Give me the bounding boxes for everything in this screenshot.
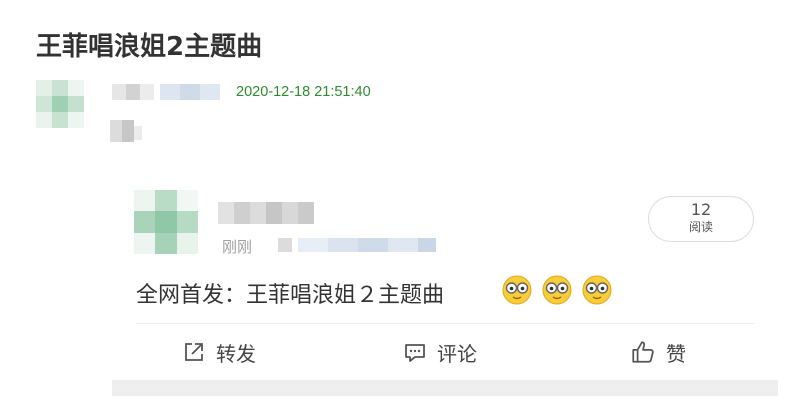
page-title: 王菲唱浪姐2主题曲 bbox=[36, 32, 263, 62]
card-post-text: 全网首发：王菲唱浪姐２主题曲 bbox=[136, 283, 445, 308]
read-label: 阅读 bbox=[688, 220, 713, 234]
repost-button[interactable]: 转发 bbox=[182, 338, 256, 366]
like-button[interactable]: 赞 bbox=[630, 338, 686, 366]
avatar[interactable] bbox=[36, 80, 84, 128]
repost-label: 转发 bbox=[216, 341, 256, 366]
read-count-badge: 12 阅读 bbox=[648, 196, 754, 242]
like-label: 赞 bbox=[666, 341, 686, 366]
emoji-group bbox=[502, 275, 617, 305]
nerd-emoji-icon bbox=[582, 275, 612, 305]
card-source-blurred bbox=[278, 236, 448, 254]
comment-button[interactable]: 评论 bbox=[403, 338, 477, 366]
username-blurred[interactable] bbox=[112, 80, 222, 104]
nerd-emoji-icon bbox=[502, 275, 532, 305]
post-timestamp: 2020-12-18 21:51:40 bbox=[236, 84, 371, 100]
card-divider bbox=[136, 323, 754, 324]
comment-label: 评论 bbox=[437, 341, 477, 366]
repost-icon bbox=[185, 343, 203, 361]
thumbs-up-icon bbox=[632, 341, 654, 363]
card-meta-time: 刚刚 bbox=[222, 238, 253, 256]
card-bottom-strip bbox=[112, 380, 778, 396]
comment-icon bbox=[405, 344, 425, 362]
read-count: 12 bbox=[690, 200, 712, 219]
card-avatar[interactable] bbox=[134, 190, 198, 254]
nerd-emoji-icon bbox=[542, 275, 572, 305]
post-text-blurred bbox=[110, 118, 144, 142]
card-username-blurred[interactable] bbox=[218, 198, 318, 228]
